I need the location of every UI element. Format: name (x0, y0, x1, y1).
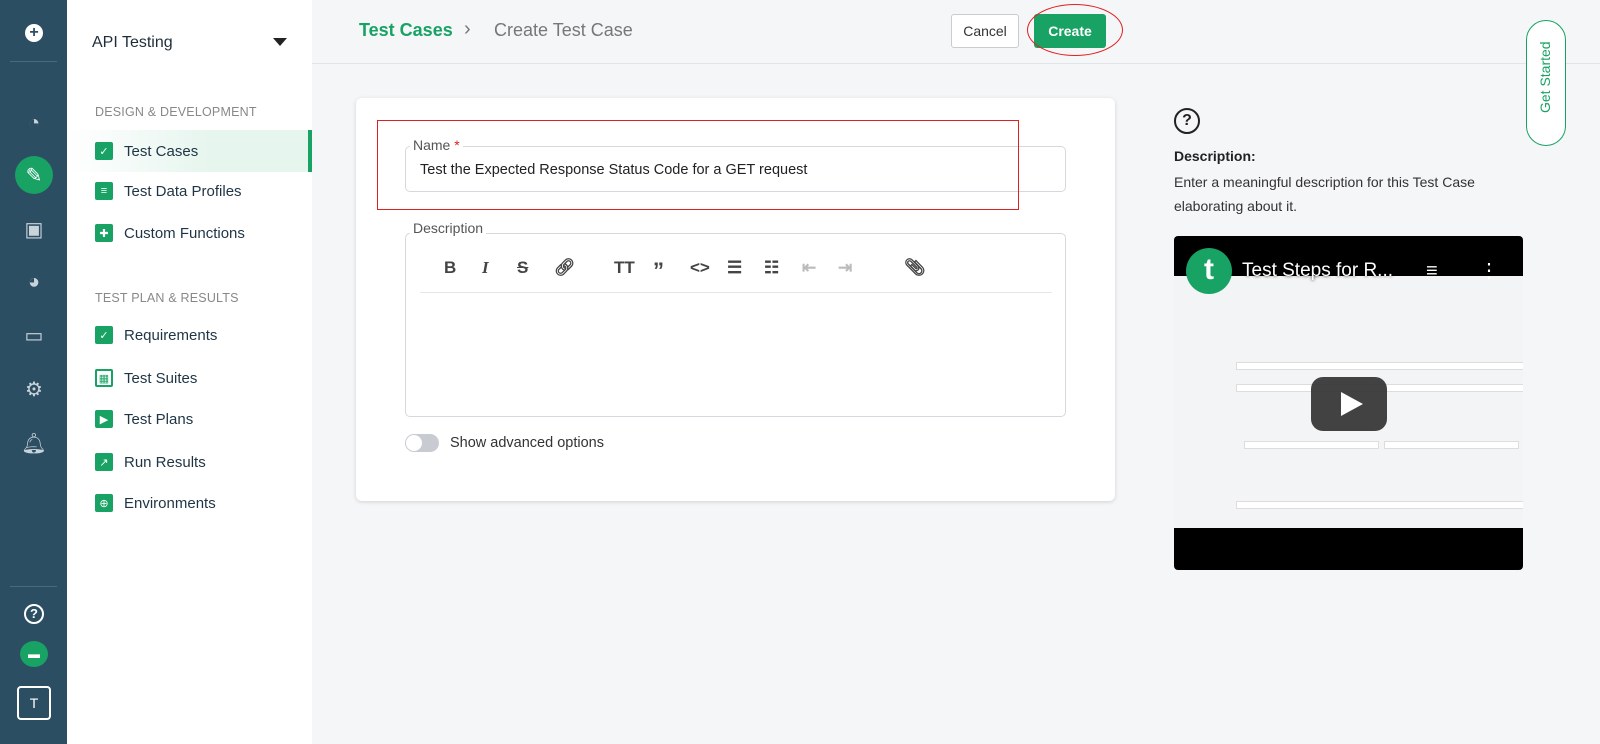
description-label: Description (410, 220, 487, 236)
bullet-list-icon[interactable]: ☰ (727, 258, 742, 278)
help-icon: ? (1174, 108, 1200, 134)
monitor-icon[interactable]: ▭ (17, 318, 51, 352)
bell-icon[interactable]: 🔔︎ (17, 426, 51, 460)
section-title: TEST PLAN & RESULTS (95, 291, 239, 305)
sidebar-item-label: Environments (124, 494, 216, 512)
get-started-label: Get Started (1537, 41, 1553, 113)
quote-icon[interactable]: ” (653, 258, 664, 284)
add-icon[interactable]: + (17, 16, 51, 50)
sidebar-item-test-cases[interactable]: ✓ Test Cases (67, 130, 312, 172)
sidebar-item-label: Custom Functions (124, 224, 245, 242)
help-text: Enter a meaningful description for this … (1174, 174, 1475, 214)
chart-file-icon: ↗ (95, 453, 113, 471)
dashboard-icon[interactable]: ◔ (17, 106, 51, 140)
cancel-button[interactable]: Cancel (951, 14, 1019, 48)
settings-icon[interactable]: ⚙ (17, 372, 51, 406)
sidebar-item-environments[interactable]: ⊕ Environments (67, 482, 312, 524)
play-button[interactable] (1311, 377, 1387, 431)
outdent-icon[interactable]: ⇤ (802, 258, 816, 278)
clipboard-icon: ✓ (95, 326, 113, 344)
playlist-icon[interactable]: ≡ (1426, 260, 1438, 283)
icon-rail: + ◔ ✎ ▣ ◕ ▭ ⚙ 🔔︎ ? ▬ T (0, 0, 67, 744)
link-icon[interactable]: 🔗︎ (554, 258, 576, 278)
advanced-options-toggle[interactable] (405, 434, 439, 452)
chat-icon[interactable]: ▬ (17, 637, 51, 671)
bold-icon[interactable]: B (444, 258, 456, 278)
briefcase-icon[interactable]: ▣ (17, 212, 51, 246)
advanced-options-label: Show advanced options (450, 435, 604, 451)
more-icon[interactable]: ⋮ (1479, 258, 1499, 283)
sidebar-item-label: Requirements (124, 326, 218, 344)
help-title: Description: (1174, 148, 1256, 164)
play-icon: ▶ (95, 410, 113, 428)
italic-icon[interactable]: I (482, 258, 489, 278)
code-icon[interactable]: <> (690, 258, 710, 278)
attachment-icon[interactable]: 📎︎ (904, 258, 926, 278)
breadcrumb-test-cases[interactable]: Test Cases (359, 20, 453, 41)
reports-icon[interactable]: ◕ (17, 265, 51, 299)
header: Test Cases › Create Test Case Cancel Cre… (312, 0, 1600, 64)
sidebar-item-label: Test Cases (124, 142, 199, 160)
test-cases-icon: ✓ (95, 142, 113, 160)
sidebar-item-test-plans[interactable]: ▶ Test Plans (67, 398, 312, 440)
description-editor[interactable]: B I S 🔗︎ TT ” <> ☰ ☷ ⇤ ⇥ 📎︎ (405, 233, 1066, 417)
sidebar-item-custom-functions[interactable]: ✚ Custom Functions (67, 212, 312, 254)
sidebar-item-run-results[interactable]: ↗ Run Results (67, 441, 312, 483)
sidebar-item-label: Test Suites (124, 369, 198, 387)
sidebar-item-requirements[interactable]: ✓ Requirements (67, 314, 312, 356)
highlight-box (377, 120, 1019, 210)
sidebar-item-label: Test Data Profiles (124, 182, 242, 200)
data-profiles-icon: ≡ (95, 182, 113, 200)
numbered-list-icon[interactable]: ☷ (764, 258, 779, 278)
edit-icon[interactable]: ✎ (15, 156, 53, 194)
sidebar-item-test-data-profiles[interactable]: ≡ Test Data Profiles (67, 170, 312, 212)
text-size-icon[interactable]: TT (614, 258, 635, 278)
section-title: DESIGN & DEVELOPMENT (95, 105, 257, 119)
sidebar: API Testing DESIGN & DEVELOPMENT ✓ Test C… (67, 0, 312, 744)
sidebar-item-label: Run Results (124, 453, 206, 471)
puzzle-icon: ✚ (95, 224, 113, 242)
indent-icon[interactable]: ⇥ (838, 258, 852, 278)
chevron-right-icon: › (464, 18, 471, 40)
channel-logo: t (1186, 248, 1232, 294)
sidebar-item-test-suites[interactable]: ▦ Test Suites (67, 357, 312, 399)
project-selector[interactable]: API Testing (92, 34, 173, 52)
sidebar-item-label: Test Plans (124, 410, 194, 428)
strikethrough-icon[interactable]: S (517, 258, 528, 278)
video-player[interactable]: t Test Steps for R... ≡ ⋮ (1174, 236, 1523, 570)
get-started-button[interactable]: Get Started (1526, 20, 1566, 146)
avatar[interactable]: T (17, 686, 51, 720)
grid-icon: ▦ (95, 369, 113, 387)
toolbar-divider (420, 292, 1052, 293)
help-icon[interactable]: ? (17, 597, 51, 631)
chevron-down-icon[interactable] (273, 38, 287, 46)
video-title: Test Steps for R... (1242, 260, 1393, 281)
globe-icon: ⊕ (95, 494, 113, 512)
highlight-ellipse (1027, 4, 1123, 56)
page-title: Create Test Case (494, 20, 633, 40)
